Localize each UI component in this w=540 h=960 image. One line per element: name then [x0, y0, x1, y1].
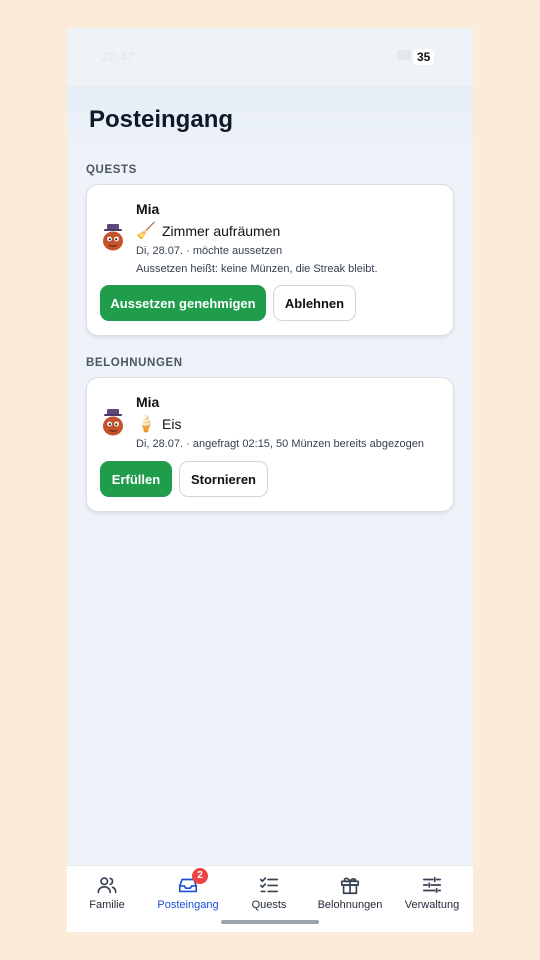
notification-badge: 2	[192, 868, 208, 884]
quest-hint: Aussetzen heißt: keine Münzen, die Strea…	[136, 263, 378, 275]
section-label-rewards: BELOHNUNGEN	[86, 357, 183, 369]
approve-skip-button[interactable]: Aussetzen genehmigen	[100, 285, 266, 321]
nav-item-familie[interactable]: Familie	[67, 874, 147, 911]
ice-cream-icon: 🍦	[136, 416, 156, 433]
nav-label-posteingang: Posteingang	[157, 899, 219, 911]
nav-label-verwaltung: Verwaltung	[404, 899, 460, 911]
cancel-button[interactable]: Stornieren	[179, 461, 268, 497]
page-title: Posteingang	[89, 106, 234, 133]
reject-button[interactable]: Ablehnen	[273, 285, 356, 321]
home-indicator[interactable]	[221, 920, 319, 924]
reward-title-row: 🍦 Eis	[136, 414, 181, 434]
gift-icon	[340, 877, 360, 895]
quest-title-row: 🧹 Zimmer aufräumen	[136, 221, 280, 241]
reward-meta: Di, 28.07. · angefragt 02:15, 50 Münzen …	[136, 438, 425, 450]
quest-title: Zimmer aufräumen	[162, 223, 281, 239]
reward-title: Eis	[162, 416, 182, 432]
status-bar: 22:47 35	[67, 28, 473, 86]
avatar	[103, 224, 123, 251]
signal-icon	[397, 50, 411, 60]
child-name: Mia	[136, 201, 160, 217]
nav-item-verwaltung[interactable]: Verwaltung	[392, 874, 472, 911]
status-time: 22:47	[101, 49, 135, 64]
quest-request-card: Mia 🧹 Zimmer aufräumen Di, 28.07. · möch…	[86, 184, 454, 336]
users-icon	[97, 877, 117, 894]
child-name: Mia	[136, 394, 160, 410]
nav-item-quests[interactable]: Quests	[229, 874, 309, 911]
nav-item-belohnungen[interactable]: Belohnungen	[310, 874, 390, 911]
sliders-icon	[422, 876, 442, 894]
quest-meta: Di, 28.07. · möchte aussetzen	[136, 245, 283, 257]
nav-label-quests: Quests	[251, 899, 287, 911]
nav-label-familie: Familie	[89, 899, 125, 911]
nav-label-belohnungen: Belohnungen	[317, 899, 383, 911]
reward-request-card: Mia 🍦 Eis Di, 28.07. · angefragt 02:15, …	[86, 377, 454, 512]
battery-level: 35	[413, 49, 435, 65]
nav-item-posteingang[interactable]: 2 Posteingang	[148, 868, 228, 911]
avatar	[103, 409, 123, 436]
app-screen: 22:47 35 Posteingang QUESTS Mia 🧹 Zimmer…	[67, 28, 473, 932]
broom-icon: 🧹	[136, 223, 156, 240]
section-label-quests: QUESTS	[86, 164, 137, 176]
checklist-icon	[259, 877, 279, 893]
fulfill-button[interactable]: Erfüllen	[100, 461, 172, 497]
